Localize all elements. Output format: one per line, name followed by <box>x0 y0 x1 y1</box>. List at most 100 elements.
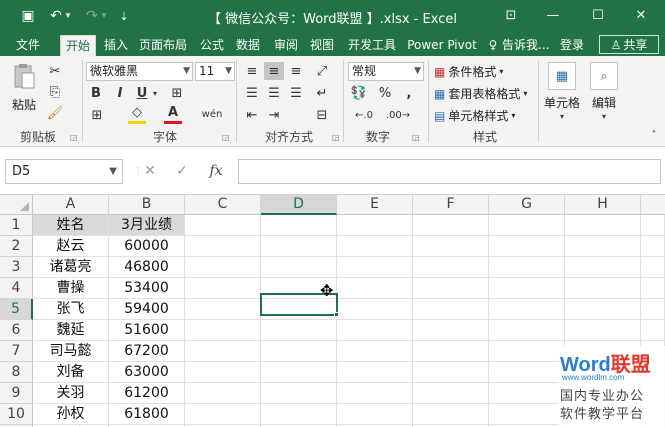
tab-insert[interactable]: 插入 <box>100 35 132 56</box>
tab-page-layout[interactable]: 页面布局 <box>136 35 190 56</box>
close-button[interactable]: ✕ <box>628 4 654 26</box>
alignment-launcher-icon[interactable]: ◲ <box>332 133 340 142</box>
column-header-e[interactable]: E <box>337 195 413 215</box>
align-center-icon[interactable]: ☰ <box>264 84 284 102</box>
cell-g8[interactable] <box>489 362 565 383</box>
cell-d10[interactable] <box>261 404 337 425</box>
align-right-icon[interactable]: ☰ <box>286 84 306 102</box>
cell-a8[interactable]: 刘备 <box>33 362 109 383</box>
cell-b8[interactable]: 63000 <box>109 362 185 383</box>
bold-button[interactable]: B <box>88 84 104 102</box>
phonetic-guide-icon[interactable]: wén <box>200 104 224 124</box>
cell-a5[interactable]: 张飞 <box>33 299 109 320</box>
cell-overflow4[interactable] <box>641 278 665 299</box>
number-launcher-icon[interactable]: ◲ <box>412 133 420 142</box>
cell-overflow1[interactable] <box>641 215 665 236</box>
paste-icon[interactable] <box>12 62 36 90</box>
borders-icon[interactable]: ⊞ <box>168 84 186 102</box>
font-launcher-icon[interactable]: ◲ <box>222 133 230 142</box>
cell-c1[interactable] <box>185 215 261 236</box>
cell-e6[interactable] <box>337 320 413 341</box>
decrease-indent-icon[interactable]: ⇤ <box>242 106 262 124</box>
row-header[interactable]: 4 <box>0 278 33 299</box>
cell-d7[interactable] <box>261 341 337 362</box>
name-box[interactable]: D5 ▼ <box>5 159 123 184</box>
align-left-icon[interactable]: ☰ <box>242 84 262 102</box>
cell-d8[interactable] <box>261 362 337 383</box>
cell-e8[interactable] <box>337 362 413 383</box>
cells-icon[interactable]: ▦ <box>548 62 576 90</box>
cell-f1[interactable] <box>413 215 489 236</box>
share-button[interactable]: ♙ 共享 <box>599 35 659 54</box>
cell-g3[interactable] <box>489 257 565 278</box>
cell-a2[interactable]: 赵云 <box>33 236 109 257</box>
row-header[interactable]: 1 <box>0 215 33 236</box>
cell-h6[interactable] <box>565 320 641 341</box>
cell-c10[interactable] <box>185 404 261 425</box>
format-as-table-button[interactable]: ▦ 套用表格格式 ▾ <box>434 85 527 102</box>
cell-overflow3[interactable] <box>641 257 665 278</box>
copy-icon[interactable]: ⎘ <box>46 83 64 101</box>
cell-g9[interactable] <box>489 383 565 404</box>
underline-button[interactable]: U <box>134 84 150 102</box>
cell-c4[interactable] <box>185 278 261 299</box>
cell-overflow6[interactable] <box>641 320 665 341</box>
tab-data[interactable]: 数据 <box>232 35 264 56</box>
cell-c8[interactable] <box>185 362 261 383</box>
tab-home[interactable]: 开始 <box>60 35 96 56</box>
cell-g2[interactable] <box>489 236 565 257</box>
font-color-icon[interactable]: A <box>164 104 182 124</box>
cell-f10[interactable] <box>413 404 489 425</box>
row-header[interactable]: 8 <box>0 362 33 383</box>
sign-in-link[interactable]: 登录 <box>556 35 588 56</box>
cell-g7[interactable] <box>489 341 565 362</box>
cell-f5[interactable] <box>413 299 489 320</box>
cell-h1[interactable] <box>565 215 641 236</box>
cell-f2[interactable] <box>413 236 489 257</box>
paste-label[interactable]: 粘贴 <box>8 96 40 113</box>
cells-label[interactable]: 单元格 <box>542 94 582 111</box>
italic-button[interactable]: I <box>112 84 128 102</box>
insert-function-icon[interactable]: fx <box>206 161 226 181</box>
font-name-select[interactable]: 微软雅黑 ▼ <box>86 62 193 81</box>
cell-b10[interactable]: 61800 <box>109 404 185 425</box>
confirm-entry-icon[interactable]: ✓ <box>172 161 192 181</box>
cell-h3[interactable] <box>565 257 641 278</box>
column-header-d[interactable]: D <box>261 195 337 215</box>
cell-c5[interactable] <box>185 299 261 320</box>
cell-e1[interactable] <box>337 215 413 236</box>
find-icon[interactable]: ⌕ <box>590 62 618 90</box>
row-header[interactable]: 3 <box>0 257 33 278</box>
cell-b5[interactable]: 59400 <box>109 299 185 320</box>
cell-b4[interactable]: 53400 <box>109 278 185 299</box>
cell-a1[interactable]: 姓名 <box>33 215 109 236</box>
cell-f4[interactable] <box>413 278 489 299</box>
currency-icon[interactable]: 💱 <box>348 84 370 102</box>
chevron-down-icon[interactable]: ▾ <box>598 110 610 122</box>
cell-e9[interactable] <box>337 383 413 404</box>
cell-d5[interactable] <box>261 299 337 320</box>
cell-e7[interactable] <box>337 341 413 362</box>
increase-indent-icon[interactable]: ⇥ <box>264 106 284 124</box>
cell-b2[interactable]: 60000 <box>109 236 185 257</box>
orientation-icon[interactable]: ⤢ <box>312 62 332 80</box>
select-all-button[interactable] <box>0 195 33 215</box>
column-header-c[interactable]: C <box>185 195 261 215</box>
align-top-icon[interactable]: ≡ <box>242 62 262 80</box>
cell-e2[interactable] <box>337 236 413 257</box>
column-header-a[interactable]: A <box>33 195 109 215</box>
cell-c6[interactable] <box>185 320 261 341</box>
format-painter-icon[interactable]: 🖌 <box>46 104 64 122</box>
cell-h5[interactable] <box>565 299 641 320</box>
row-header[interactable]: 7 <box>0 341 33 362</box>
merge-center-icon[interactable]: ⊟ <box>312 106 332 124</box>
cell-b1[interactable]: 3月业绩 <box>109 215 185 236</box>
cell-d1[interactable] <box>261 215 337 236</box>
editing-label[interactable]: 编辑 <box>584 94 624 111</box>
cancel-entry-icon[interactable]: ✕ <box>140 161 160 181</box>
chevron-down-icon[interactable]: ▾ <box>556 110 568 122</box>
increase-decimal-icon[interactable]: ←.0 <box>350 106 378 124</box>
cell-c7[interactable] <box>185 341 261 362</box>
cell-d2[interactable] <box>261 236 337 257</box>
cell-b9[interactable]: 61200 <box>109 383 185 404</box>
